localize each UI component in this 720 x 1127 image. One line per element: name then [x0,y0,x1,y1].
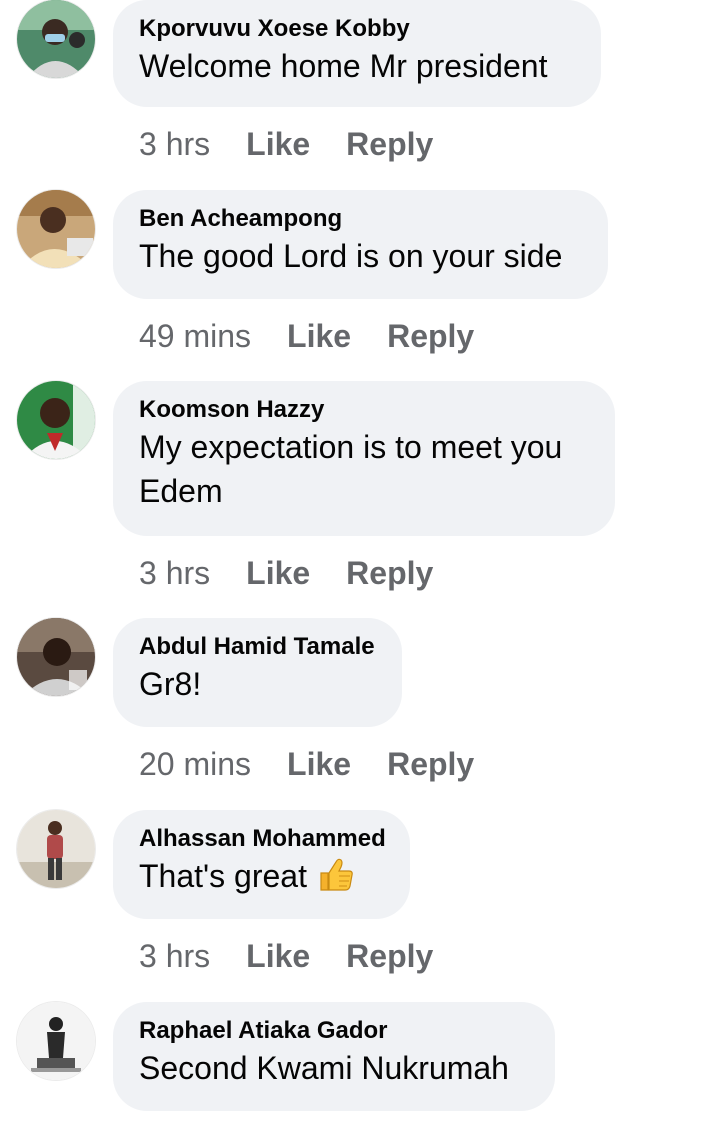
comment-text-row: That's great [139,854,384,898]
comment-text: Second Kwami Nukrumah [139,1050,509,1086]
avatar-image [17,1002,95,1080]
comment-author[interactable]: Ben Acheampong [139,204,582,234]
comment-author[interactable]: Raphael Atiaka Gador [139,1016,529,1046]
comment-text-line-1: My expectation is to meet you [139,429,563,465]
comment-timestamp[interactable]: 3 hrs [139,555,210,591]
comment-text: Gr8! [139,666,202,702]
avatar-image [17,0,95,78]
comment-text: Welcome home Mr president [139,48,548,84]
comment-author[interactable]: Koomson Hazzy [139,395,589,425]
avatar[interactable] [17,1002,95,1080]
avatar-image [17,381,95,459]
comment-actions: 20 mins Like Reply [139,744,474,784]
comment-author[interactable]: Abdul Hamid Tamale [139,632,376,662]
comment-bubble: Ben Acheampong The good Lord is on your … [113,190,608,299]
reply-button[interactable]: Reply [346,555,433,591]
comment-text: That's great [139,858,307,894]
comment-bubble: Abdul Hamid Tamale Gr8! [113,618,402,727]
avatar[interactable] [17,381,95,459]
comment-actions: 3 hrs Like Reply [139,124,433,164]
comment-text-line-2: Edem [139,473,223,509]
comment-actions: 3 hrs Like Reply [139,936,433,976]
like-button[interactable]: Like [246,555,310,591]
comment-bubble: Kporvuvu Xoese Kobby Welcome home Mr pre… [113,0,601,107]
comment-text: The good Lord is on your side [139,238,563,274]
avatar[interactable] [17,810,95,888]
comment-bubble: Raphael Atiaka Gador Second Kwami Nukrum… [113,1002,555,1111]
avatar[interactable] [17,618,95,696]
reply-button[interactable]: Reply [346,126,433,162]
like-button[interactable]: Like [287,318,351,354]
like-button[interactable]: Like [287,746,351,782]
comment-timestamp[interactable]: 20 mins [139,746,251,782]
comment-author[interactable]: Kporvuvu Xoese Kobby [139,14,575,44]
reply-button[interactable]: Reply [387,746,474,782]
avatar-image [17,810,95,888]
comment-bubble: Koomson Hazzy My expectation is to meet … [113,381,615,536]
comment-actions: 3 hrs Like Reply [139,553,433,593]
like-button[interactable]: Like [246,126,310,162]
reply-button[interactable]: Reply [346,938,433,974]
comment-actions: 49 mins Like Reply [139,316,474,356]
comment-timestamp[interactable]: 3 hrs [139,938,210,974]
thumbs-up-icon [320,858,353,891]
like-button[interactable]: Like [246,938,310,974]
avatar-image [17,618,95,696]
comment-author[interactable]: Alhassan Mohammed [139,824,386,854]
comment-bubble: Alhassan Mohammed That's great [113,810,410,919]
avatar-image [17,190,95,268]
avatar[interactable] [17,0,95,78]
reply-button[interactable]: Reply [387,318,474,354]
avatar[interactable] [17,190,95,268]
comment-timestamp[interactable]: 3 hrs [139,126,210,162]
comment-timestamp[interactable]: 49 mins [139,318,251,354]
